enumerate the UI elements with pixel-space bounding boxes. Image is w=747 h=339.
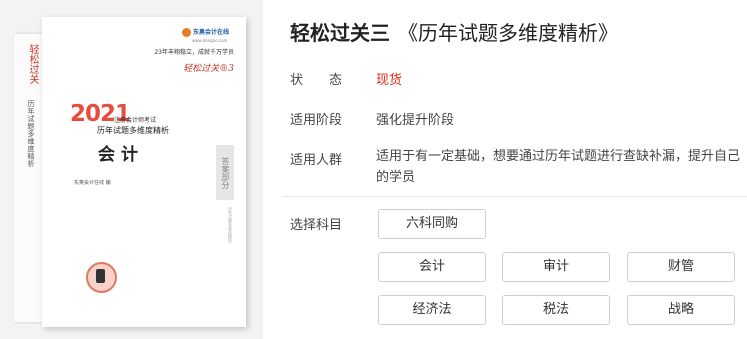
product-title-sub: 《历年试题多维度精析》 bbox=[398, 21, 618, 45]
option-bundle-six-subjects[interactable]: 六科同购 bbox=[378, 209, 486, 239]
option-economic-law[interactable]: 经济法 bbox=[378, 295, 486, 325]
option-financial-management[interactable]: 财管 bbox=[627, 252, 735, 282]
product-title: 轻松过关三 《历年试题多维度精析》 bbox=[290, 17, 618, 46]
cover-slogan: 23年丰翔稳立，成就千万学员 bbox=[154, 49, 234, 56]
publisher-name: 东奥会计在线 bbox=[193, 29, 230, 36]
publisher-logo-icon bbox=[182, 28, 191, 37]
book-front-cover: 东奥会计在线 www.dongao.com 23年丰翔稳立，成就千万学员 轻松过… bbox=[42, 17, 246, 327]
status-value: 现货 bbox=[376, 73, 403, 88]
publisher-url: www.dongao.com bbox=[192, 38, 228, 43]
publisher-logo: 东奥会计在线 bbox=[182, 27, 229, 37]
audience-label: 适用人群 bbox=[290, 153, 343, 168]
option-strategy[interactable]: 战略 bbox=[627, 295, 735, 325]
option-tax-law[interactable]: 税法 bbox=[502, 295, 610, 325]
product-image: 轻松过关 历年试题多维度精析 东奥会计在线 www.dongao.com 23年… bbox=[0, 0, 263, 339]
qr-badge-icon bbox=[86, 262, 117, 293]
answer-tab: 答案部分 bbox=[216, 145, 234, 200]
status-label: 状 态 bbox=[290, 73, 343, 88]
spine-title: 历年试题多维度精析 bbox=[27, 100, 35, 168]
spine-series: 轻松过关 bbox=[27, 44, 38, 84]
subject-select-label: 选择科目 bbox=[290, 218, 343, 233]
cover-author: 东奥会计在线 编 bbox=[74, 180, 111, 186]
cover-side-line: 历年试题多维度精析 bbox=[228, 207, 233, 243]
cover-subject: 会计 bbox=[98, 145, 144, 165]
option-accounting[interactable]: 会计 bbox=[378, 252, 486, 282]
cover-series: 轻松过关®3 bbox=[183, 64, 234, 74]
audience-value: 适用于有一定基础，想要通过历年试题进行查缺补漏，提升自己的学员 bbox=[376, 149, 741, 185]
product-title-main: 轻松过关三 bbox=[290, 21, 390, 45]
cover-book-title: 历年试题多维度精析 bbox=[97, 126, 169, 135]
option-audit[interactable]: 审计 bbox=[502, 252, 610, 282]
section-divider bbox=[282, 196, 747, 197]
stage-label: 适用阶段 bbox=[290, 113, 343, 128]
stage-value: 强化提升阶段 bbox=[376, 113, 455, 128]
cover-exam: 注册会计师考试 bbox=[114, 117, 157, 124]
